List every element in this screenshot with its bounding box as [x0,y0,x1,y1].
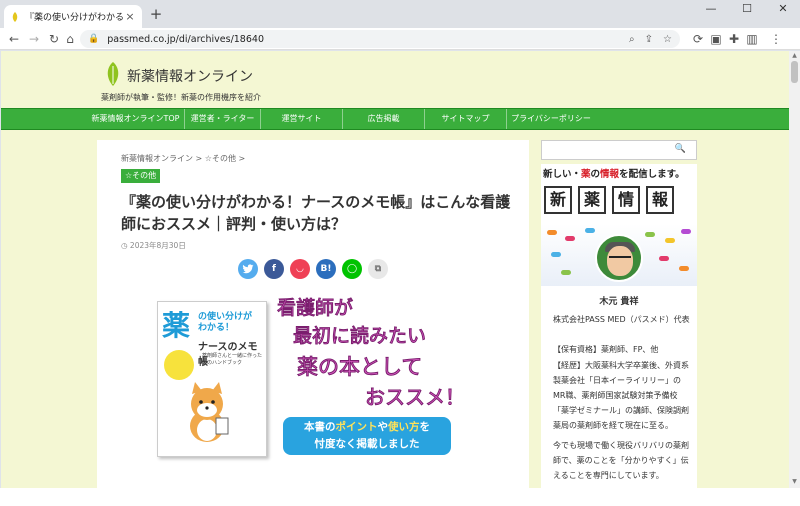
window-bottom-edge [0,488,800,506]
lock-icon: 🔒 [88,34,100,44]
share-page-icon[interactable]: ⇪ [645,34,653,45]
sidebar-banner[interactable]: 新しい・薬の情報を配信します。 新 薬 情 報 [541,164,697,286]
nav-item-privacy[interactable]: プライバシーポリシー [507,109,595,129]
eyecatch-image: 薬 の使い分けが わかる！ ナースのメモ帳 薬剤師さんと一緒に作った 薬のハンドブ… [157,293,467,461]
shiba-dog-illustration-icon [190,382,229,442]
banner-heading: 新しい・薬の情報を配信します。 [543,169,685,180]
extension-box-icon[interactable]: ▣ [708,31,724,47]
profile-career: 【経歴】大阪薬科大学卒業後、外資系製薬会社「日本イーライリリー」のMR職、薬剤師… [553,361,689,430]
eyecatch-line-3: 薬の本として [296,355,423,380]
banner-kanji-1: 新 [544,186,572,214]
extensions-puzzle-icon[interactable]: ✚ [726,31,742,47]
scroll-down-icon[interactable]: ▼ [790,478,799,486]
global-nav: 新薬情報オンラインTOP 運営者・ライター 運営サイト 広告掲載 サイトマップ … [1,108,789,130]
eyecatch-line-2: 最初に読みたい [292,325,427,348]
leaf-favicon-icon [12,11,18,22]
close-window-button[interactable]: ✕ [766,0,800,20]
browser-tab[interactable]: 『薬の使い分けがわかる！ナースのメモ帳』 × [4,5,142,28]
site-leaf-logo-icon[interactable] [104,62,122,86]
pocket-share-icon[interactable]: ◡ [290,259,310,279]
author-profile: 木元 貴祥 株式会社PASS MED（パスメド）代表 【保有資格】薬剤師、FP、… [541,286,697,488]
browser-toolbar: ← → ↻ ⌂ 🔒 passmed.co.jp/di/archives/1864… [0,28,800,50]
article-date: ◷ 2023年8月30日 [121,241,186,250]
back-icon[interactable]: ← [6,31,22,47]
nav-item-sites[interactable]: 運営サイト [261,109,343,129]
menu-kebab-icon[interactable]: ⋮ [768,31,784,47]
new-tab-button[interactable]: + [148,6,164,22]
minimize-button[interactable]: — [694,0,728,20]
sidebar-search-input[interactable]: 🔍 [541,140,697,160]
book-cover: 薬 の使い分けが わかる！ ナースのメモ帳 薬剤師さんと一緒に作った 薬のハンドブ… [157,301,267,457]
zoom-icon[interactable]: ⌕ [629,34,635,45]
banner-kanji-2: 薬 [578,186,606,214]
address-bar[interactable]: 🔒 passmed.co.jp/di/archives/18640 ⌕ ⇪ ☆ [80,30,680,48]
eyecatch-line-4: おススメ！ [365,385,466,410]
page-viewport: 新薬情報オンライン 薬剤師が執筆・監修！新薬の作用機序を紹介 新薬情報オンライン… [1,51,789,488]
search-icon[interactable]: 🔍 [675,144,686,154]
page-scrollbar[interactable]: ▲ ▼ [789,51,800,488]
facebook-share-icon[interactable]: f [264,259,284,279]
url-text: passmed.co.jp/di/archives/18640 [107,33,264,45]
nav-item-operator[interactable]: 運営者・ライター [185,109,261,129]
eyecatch-line-1: 看護師が [276,297,354,320]
category-badge[interactable]: ☆その他 [121,169,161,183]
author-avatar [595,234,643,282]
banner-kanji-3: 情 [612,186,640,214]
side-panel-icon[interactable]: ▥ [744,31,760,47]
scrollbar-thumb[interactable] [791,61,798,83]
line-share-icon[interactable]: ◯ [342,259,362,279]
nav-item-ads[interactable]: 広告掲載 [343,109,425,129]
banner-kanji-4: 報 [646,186,674,214]
nav-item-sitemap[interactable]: サイトマップ [425,109,507,129]
copy-link-icon[interactable]: ⧉ [368,259,388,279]
eyecatch-blue-box: 本書のポイントや使い方を 忖度なく掲載しました [283,417,451,455]
tab-close-icon[interactable]: × [124,10,136,23]
forward-icon[interactable]: → [26,31,42,47]
twitter-share-icon[interactable] [238,259,258,279]
book-cover-circle [164,350,194,380]
maximize-button[interactable]: ☐ [730,0,764,20]
profile-qualifications: 【保有資格】薬剤師、FP、他 [553,345,659,354]
extension-blue-icon[interactable]: ⟳ [690,31,706,47]
book-cover-kanji: 薬 [162,309,191,342]
scroll-up-icon[interactable]: ▲ [790,52,799,60]
tab-title: 『薬の使い分けがわかる！ナースのメモ帳』 [25,13,124,23]
profile-description: 今でも現場で働く現役バリバリの薬剤師で、薬のことを「分かりやすく」伝えることを専… [553,441,689,480]
tab-strip: 『薬の使い分けがわかる！ナースのメモ帳』 × + — ☐ ✕ [0,0,800,28]
article-main: 新薬情報オンライン > ☆その他 > ☆その他 『薬の使い分けがわかる！ナースの… [97,140,529,488]
book-cover-subtitle: 薬剤師さんと一緒に作った 薬のハンドブック [202,353,263,366]
sidebar: 🔍 新しい・薬の情報を配信します。 新 薬 情 報 木元 貴祥 株式会社PASS… [541,140,697,488]
reload-icon[interactable]: ↻ [46,31,62,47]
nav-item-top[interactable]: 新薬情報オンラインTOP [87,109,185,129]
profile-company: 株式会社PASS MED（パスメド）代表 [553,315,690,324]
bookmark-star-icon[interactable]: ☆ [663,34,672,45]
book-cover-title-1: の使い分けが わかる！ [198,312,253,333]
site-tagline: 薬剤師が執筆・監修！新薬の作用機序を紹介 [101,93,261,102]
hatena-share-icon[interactable]: B! [316,259,336,279]
site-title[interactable]: 新薬情報オンライン [127,66,253,86]
author-name: 木元 貴祥 [599,297,639,307]
article-title: 『薬の使い分けがわかる！ナースのメモ帳』はこんな看護師におススメ｜評判・使い方は… [121,193,511,233]
breadcrumb[interactable]: 新薬情報オンライン > ☆その他 > [121,153,245,164]
home-icon[interactable]: ⌂ [62,31,78,47]
